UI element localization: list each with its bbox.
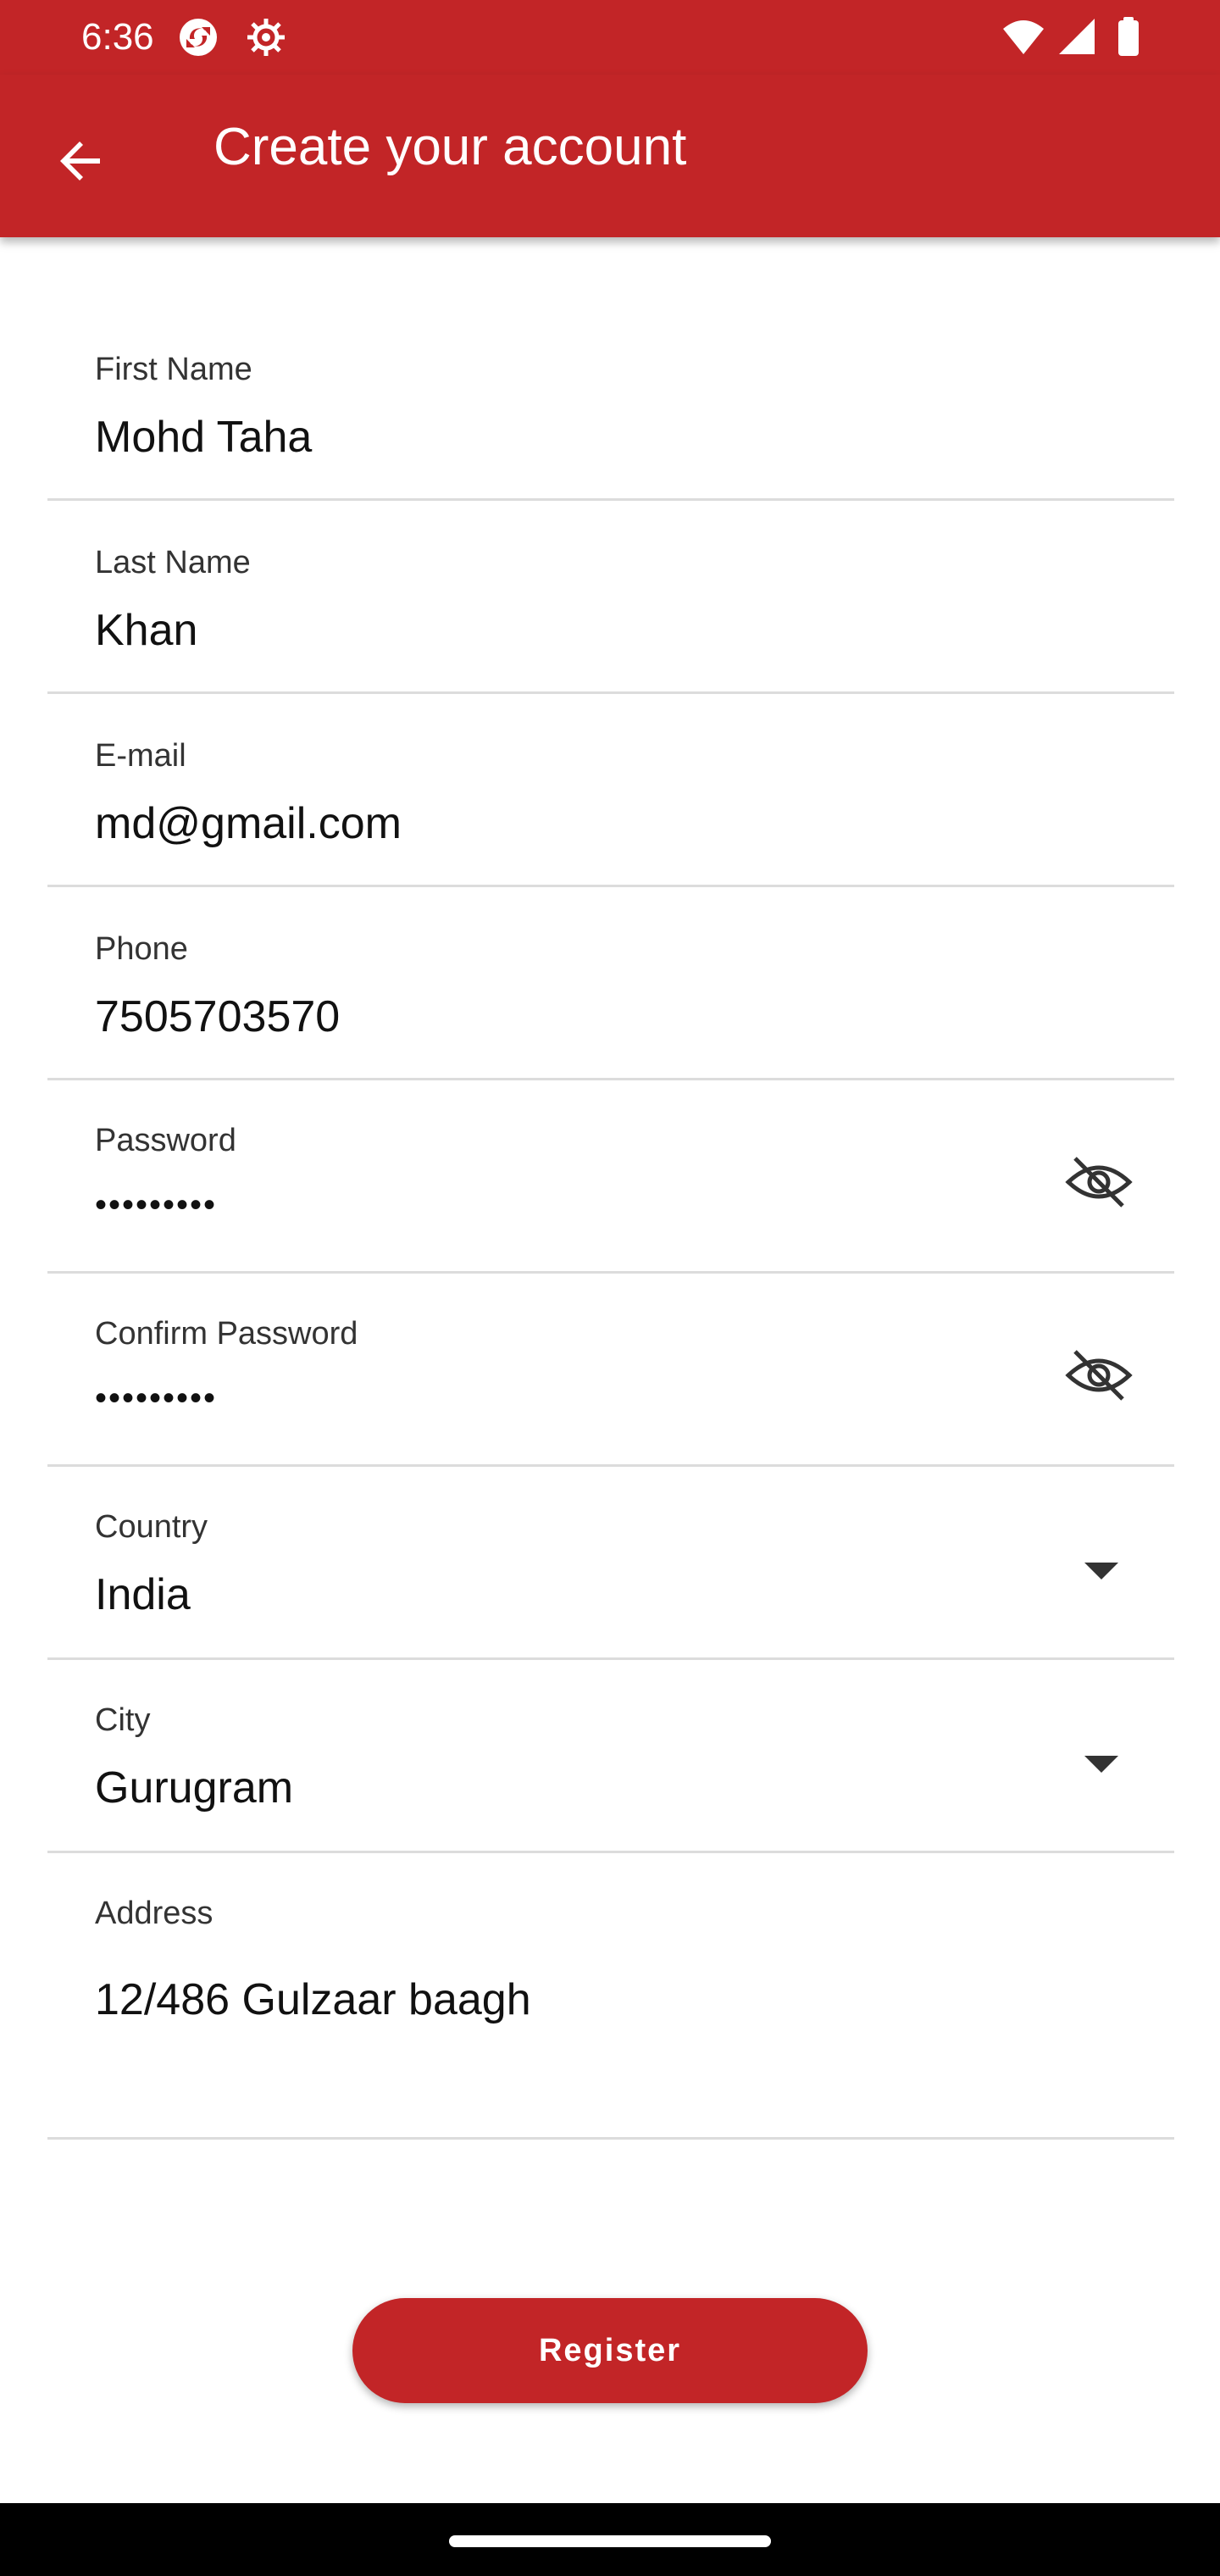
sync-notification-icon: [176, 15, 220, 59]
arrow-drop-down-icon: [1084, 1756, 1118, 1773]
confirm-password-field[interactable]: Confirm Password •••••••••: [47, 1271, 1174, 1467]
arrow-drop-down-icon: [1084, 1563, 1118, 1579]
battery-icon: [1106, 15, 1151, 59]
page-title: Create your account: [214, 118, 687, 176]
address-field[interactable]: Address 12/486 Gulzaar baagh: [47, 1851, 1174, 2140]
status-time: 6:36: [81, 16, 154, 58]
first-name-field[interactable]: First Name Mohd Taha: [47, 337, 1174, 501]
signal-icon: [1056, 15, 1100, 59]
password-visibility-toggle[interactable]: [1061, 1146, 1137, 1222]
status-bar: 6:36: [0, 0, 1220, 75]
email-label: E-mail: [95, 738, 186, 774]
last-name-label: Last Name: [95, 545, 251, 580]
city-value: Gurugram: [95, 1763, 294, 1813]
password-value: •••••••••: [95, 1186, 218, 1224]
visibility-off-icon: [1063, 1340, 1134, 1415]
home-gesture-handle[interactable]: [449, 2535, 771, 2547]
first-name-label: First Name: [95, 352, 252, 387]
address-label: Address: [95, 1896, 214, 1931]
phone-value: 7505703570: [95, 992, 341, 1041]
email-field[interactable]: E-mail md@gmail.com: [47, 691, 1174, 887]
confirm-password-label: Confirm Password: [95, 1316, 358, 1352]
city-dropdown[interactable]: City Gurugram: [47, 1657, 1174, 1853]
phone-field[interactable]: Phone 7505703570: [47, 885, 1174, 1080]
navigation-bar: [0, 2503, 1220, 2576]
arrow-back-icon: [54, 134, 108, 192]
visibility-off-icon: [1063, 1146, 1134, 1222]
country-label: Country: [95, 1509, 208, 1545]
app-bar: Create your account: [0, 75, 1220, 237]
wifi-icon: [1001, 15, 1045, 59]
country-dropdown[interactable]: Country India: [47, 1464, 1174, 1660]
country-value: India: [95, 1570, 191, 1619]
password-label: Password: [95, 1123, 236, 1158]
back-button[interactable]: [34, 115, 129, 210]
address-value: 12/486 Gulzaar baagh: [95, 1975, 531, 2024]
confirm-password-value: •••••••••: [95, 1380, 218, 1417]
phone-label: Phone: [95, 931, 188, 967]
settings-notification-icon: [244, 15, 288, 59]
last-name-field[interactable]: Last Name Khan: [47, 498, 1174, 694]
password-field[interactable]: Password •••••••••: [47, 1078, 1174, 1274]
first-name-value: Mohd Taha: [95, 413, 313, 462]
email-value: md@gmail.com: [95, 799, 402, 848]
last-name-value: Khan: [95, 606, 198, 655]
city-label: City: [95, 1702, 151, 1738]
confirm-password-visibility-toggle[interactable]: [1061, 1339, 1137, 1415]
register-button[interactable]: Register: [352, 2298, 868, 2403]
